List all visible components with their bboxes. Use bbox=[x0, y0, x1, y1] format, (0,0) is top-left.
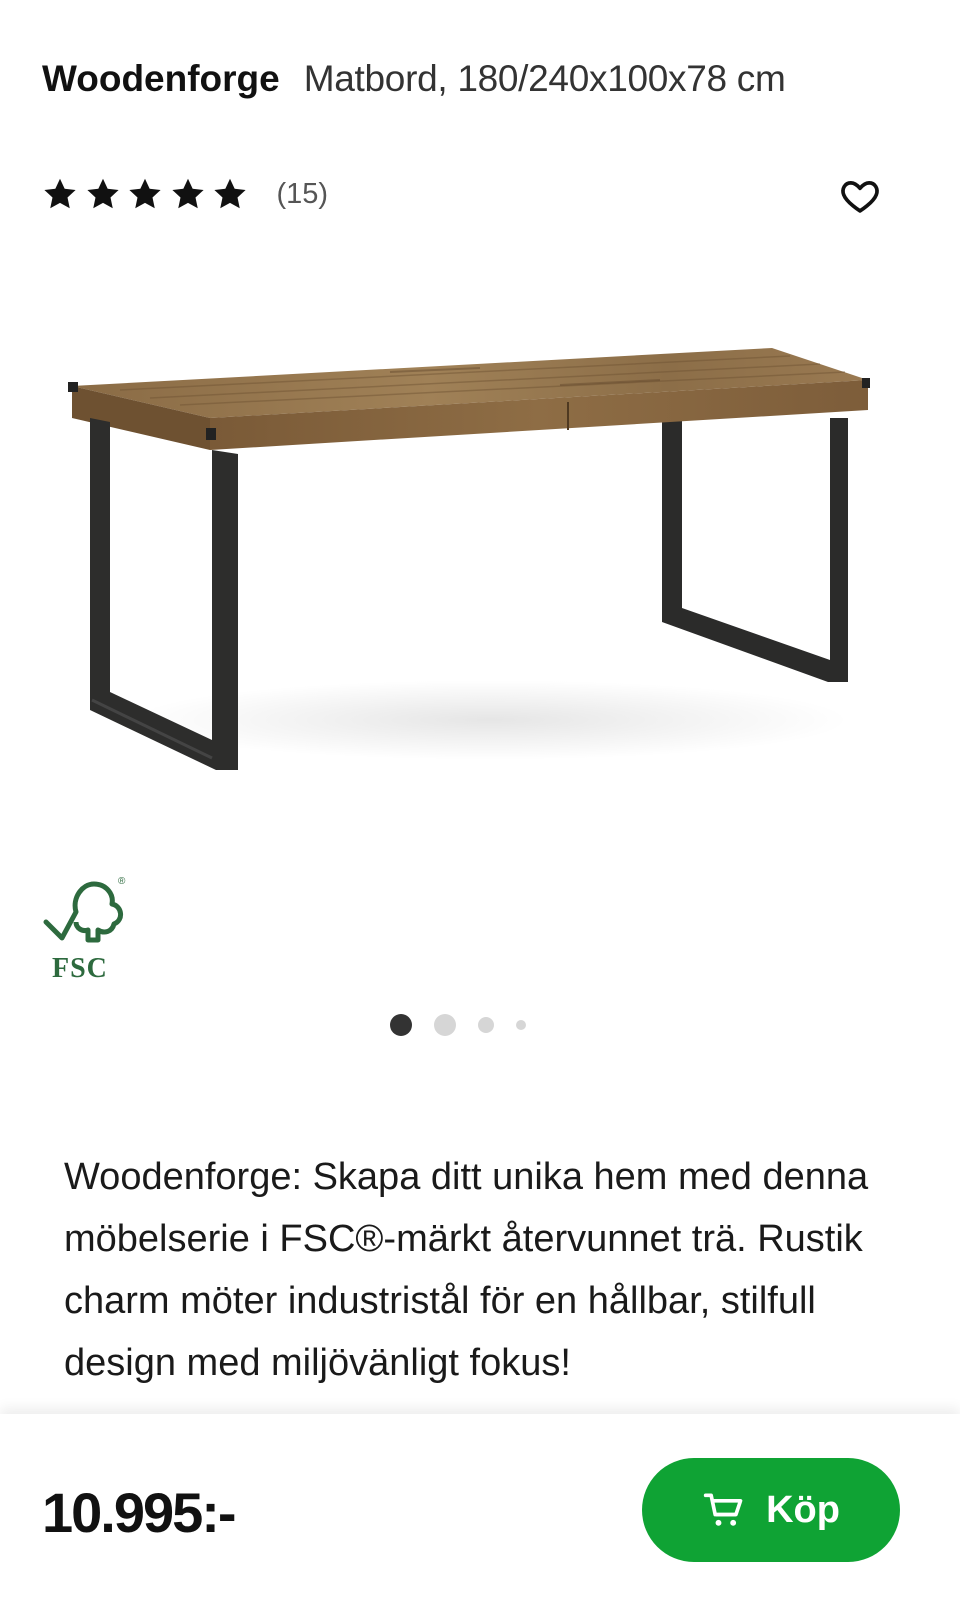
review-count[interactable]: (15) bbox=[277, 178, 329, 211]
star-icon bbox=[171, 178, 204, 209]
cart-icon bbox=[703, 1493, 743, 1526]
carousel-dot[interactable] bbox=[516, 1020, 526, 1030]
product-header: Woodenforge Matbord, 180/240x100x78 cm bbox=[42, 58, 786, 100]
star-rating bbox=[42, 176, 255, 212]
carousel-dots bbox=[390, 1014, 548, 1036]
registered-mark: ® bbox=[118, 876, 126, 887]
rating-row[interactable]: (15) bbox=[42, 176, 328, 212]
star-icon bbox=[86, 178, 119, 209]
heart-outline-icon bbox=[841, 181, 879, 213]
price: 10.995:- bbox=[42, 1481, 237, 1544]
buy-button[interactable]: Köp bbox=[642, 1458, 900, 1562]
fsc-logo: ® FSC bbox=[42, 872, 132, 984]
product-title: Matbord, 180/240x100x78 cm bbox=[303, 58, 786, 99]
product-description: Woodenforge: Skapa ditt unika hem med de… bbox=[64, 1156, 869, 1384]
favorite-button[interactable] bbox=[836, 172, 884, 220]
carousel-dot[interactable] bbox=[434, 1014, 456, 1036]
brand-name[interactable]: Woodenforge bbox=[42, 58, 280, 100]
star-icon bbox=[44, 178, 76, 209]
product-image[interactable] bbox=[60, 330, 890, 800]
star-icon bbox=[214, 178, 246, 209]
buy-button-label: Köp bbox=[766, 1488, 840, 1531]
star-icon bbox=[129, 178, 161, 209]
carousel-dot-active[interactable] bbox=[390, 1014, 412, 1036]
fsc-label: FSC bbox=[52, 953, 108, 984]
fsc-tree-icon: ® bbox=[43, 876, 126, 943]
carousel-dot[interactable] bbox=[478, 1017, 494, 1033]
